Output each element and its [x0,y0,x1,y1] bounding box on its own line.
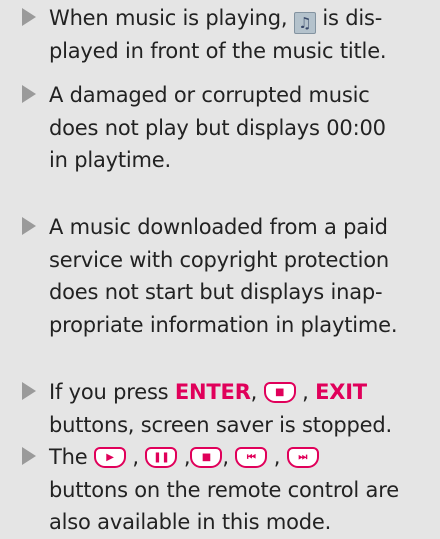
note-line: buttons on the remote control are [49,474,399,507]
bullet-arrow-icon [22,382,36,400]
note-text: , [295,380,316,404]
note-text: does not start but displays inap- [49,280,383,304]
rewind-button-icon: ⏮ [235,447,268,468]
note-line: If you press ENTER, ■ , EXIT [49,376,367,409]
bullet-arrow-icon [22,447,36,465]
note-text: does not play but displays 00:00 [49,115,386,140]
note-text: also available in this mode. [49,510,332,534]
note-text: , [125,445,146,469]
note-line: A music downloaded from a paid [49,211,388,244]
stop-button-icon: ■ [263,382,296,403]
fast-forward-button-icon: ⏭ [286,447,319,468]
note-text: , [267,445,287,469]
note-line: When music is playing, ♫ is dis- [49,2,382,35]
note-text: service with copyright protection [49,247,389,272]
note-line: propriate information in playtime. [49,309,398,342]
stop-glyph: ■ [201,452,211,463]
note-text: , [177,445,191,469]
music-note-icon: ♫ [293,12,316,34]
note-line: does not play but displays 00:00 [49,112,386,145]
bullet-arrow-icon [22,217,36,235]
pause-glyph: ❚❚ [153,452,170,463]
key-label-exit: EXIT [315,380,367,404]
note-line: in playtime. [49,144,171,177]
note-line: service with copyright protection [49,244,389,277]
note-text: propriate information in playtime. [49,312,398,337]
rewind-glyph: ⏮ [246,452,256,463]
play-button-icon: ▶ [93,447,126,468]
fast-forward-glyph: ⏭ [298,452,308,463]
note-text: , [222,445,236,469]
notes-list: When music is playing, ♫ is dis-played i… [0,0,440,534]
note-text: The [49,445,94,469]
note-text: When music is playing, [49,6,294,30]
stop-button-icon: ■ [190,447,223,468]
play-glyph: ▶ [106,452,114,463]
note-text: played in front of the music title. [49,38,387,63]
bullet-arrow-icon [22,85,36,103]
pause-button-icon: ❚❚ [145,447,178,468]
note-line: also available in this mode. [49,506,331,539]
note-line: buttons, screen saver is stopped. [49,409,392,442]
bullet-arrow-icon [22,8,36,26]
note-text: A music downloaded from a paid [49,215,388,239]
note-text: , [250,380,264,404]
note-text: in playtime. [49,148,172,172]
note-line: The ▶ , ❚❚ , ■, ⏮ , ⏭ [49,441,319,474]
note-line: A damaged or corrupted music [49,79,370,112]
note-text: is dis- [315,6,383,30]
note-text: If you press [49,380,175,404]
note-line: played in front of the music title. [49,35,387,68]
note-line: does not start but displays inap- [49,276,383,309]
note-text: A damaged or corrupted music [49,83,370,107]
note-text: buttons on the remote control are [49,477,399,502]
stop-glyph: ■ [275,387,285,398]
key-label-enter: ENTER [174,380,251,404]
note-text: buttons, screen saver is stopped. [49,412,392,437]
